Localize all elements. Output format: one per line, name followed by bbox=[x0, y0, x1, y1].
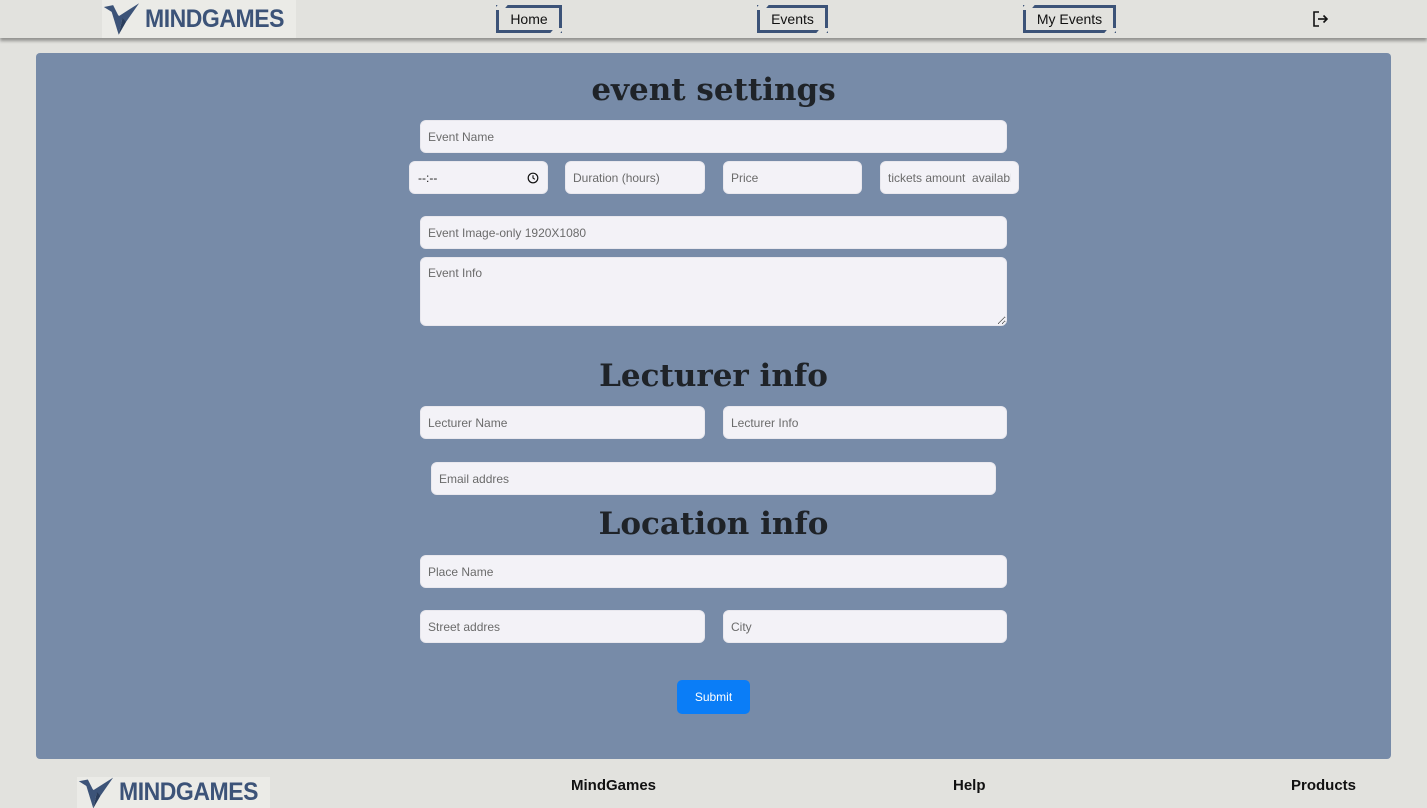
footer-link-products[interactable]: Products bbox=[1291, 777, 1356, 794]
email-input[interactable] bbox=[431, 462, 996, 495]
footer-logo-wordmark: MINDGAMES bbox=[118, 778, 258, 806]
lecturer-name-input[interactable] bbox=[420, 406, 705, 439]
event-form-panel: event settings --:-- Lecturer info Locat… bbox=[36, 53, 1391, 759]
nav-events-button[interactable]: Events bbox=[757, 5, 828, 33]
header-logo[interactable]: MINDGAMES bbox=[102, 0, 296, 38]
tickets-amount-input[interactable] bbox=[880, 161, 1019, 194]
footer-link-mindgames[interactable]: MindGames bbox=[571, 777, 656, 794]
origami-bird-icon bbox=[103, 3, 140, 35]
nav-my-events-button[interactable]: My Events bbox=[1023, 5, 1116, 33]
lecturer-info-title: Lecturer info bbox=[599, 358, 828, 394]
event-name-input[interactable] bbox=[420, 120, 1007, 153]
footer: MINDGAMES MindGames Help Products bbox=[0, 759, 1427, 808]
top-navbar: MINDGAMES Home Events My Events bbox=[0, 0, 1427, 38]
lecturer-info-input[interactable] bbox=[723, 406, 1007, 439]
event-settings-title: event settings bbox=[591, 72, 836, 108]
submit-button[interactable]: Submit bbox=[677, 680, 750, 714]
event-time-input[interactable]: --:-- bbox=[409, 161, 548, 194]
footer-link-help[interactable]: Help bbox=[953, 777, 986, 794]
time-value: --:-- bbox=[418, 170, 438, 185]
event-info-textarea[interactable] bbox=[420, 257, 1007, 326]
event-image-input[interactable] bbox=[420, 216, 1007, 249]
city-input[interactable] bbox=[723, 610, 1007, 643]
duration-input[interactable] bbox=[565, 161, 705, 194]
place-name-input[interactable] bbox=[420, 555, 1007, 588]
clock-icon bbox=[527, 172, 539, 183]
origami-bird-icon bbox=[78, 777, 114, 808]
location-info-title: Location info bbox=[598, 506, 829, 542]
price-input[interactable] bbox=[723, 161, 862, 194]
logo-wordmark: MINDGAMES bbox=[144, 4, 284, 33]
street-address-input[interactable] bbox=[420, 610, 705, 643]
nav-home-button[interactable]: Home bbox=[496, 5, 562, 33]
footer-logo[interactable]: MINDGAMES bbox=[77, 777, 270, 808]
logout-icon[interactable] bbox=[1310, 9, 1330, 29]
